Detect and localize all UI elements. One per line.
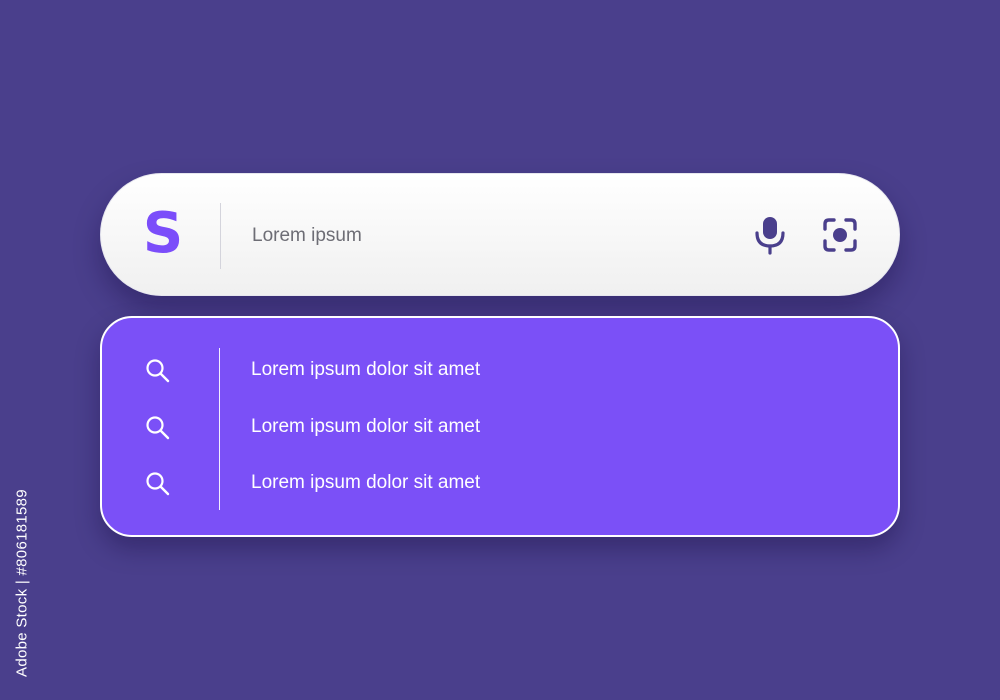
stock-id: Adobe Stock | #806181589: [8, 468, 36, 698]
suggestion-item[interactable]: Lorem ipsum dolor sit amet: [102, 461, 898, 505]
suggestion-label: Lorem ipsum dolor sit amet: [251, 472, 481, 493]
search-logo: S: [142, 201, 184, 266]
suggestion-item[interactable]: Lorem ipsum dolor sit amet: [102, 348, 898, 392]
lens-scan-icon: [823, 218, 857, 252]
suggestion-list: Lorem ipsum dolor sit amet Lorem ipsum d…: [100, 316, 900, 537]
search-divider: [220, 203, 221, 269]
search-icon: [146, 472, 170, 496]
suggestion-label: Lorem ipsum dolor sit amet: [251, 359, 481, 380]
search-input[interactable]: [252, 222, 732, 250]
search-icon: [146, 416, 170, 440]
search-bar[interactable]: S: [100, 173, 900, 296]
stock-id-text: Adobe Stock | #806181589: [13, 489, 31, 677]
suggestion-label: Lorem ipsum dolor sit amet: [251, 416, 481, 437]
search-icon: [146, 359, 170, 383]
image-search-button[interactable]: [820, 215, 860, 255]
suggestion-item[interactable]: Lorem ipsum dolor sit amet: [102, 405, 898, 449]
microphone-icon: [755, 217, 785, 255]
voice-search-button[interactable]: [750, 215, 790, 255]
